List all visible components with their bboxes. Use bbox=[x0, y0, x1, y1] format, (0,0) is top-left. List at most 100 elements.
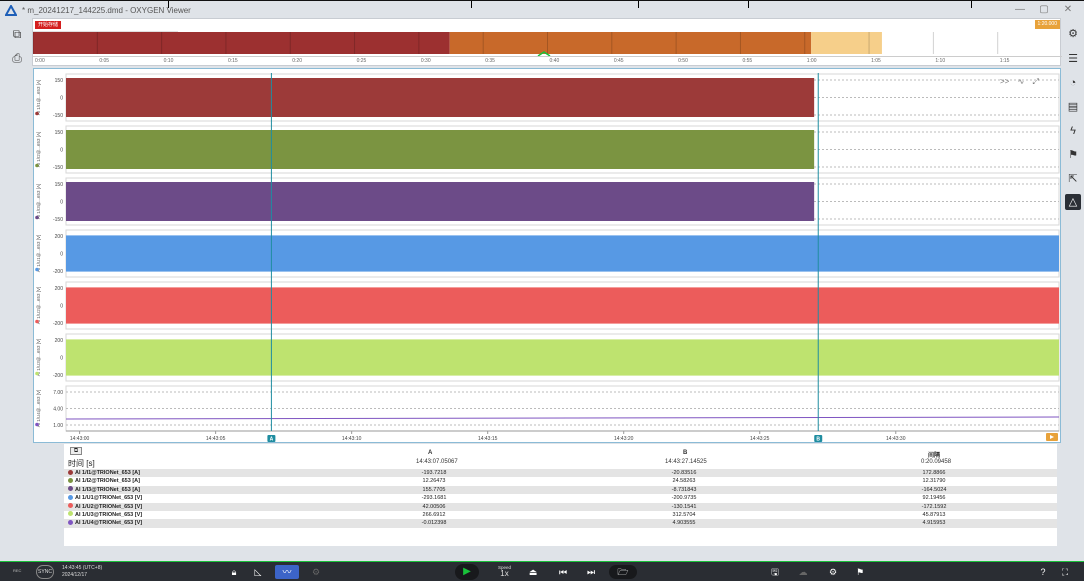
marker-flag-icon[interactable]: ⚑ bbox=[853, 565, 867, 579]
table-row[interactable]: AI 1/U2@TRIONet_653 [V] 42.00506 -130.1541… bbox=[64, 502, 1057, 511]
display-settings-icon[interactable]: ⧉ bbox=[10, 27, 24, 41]
x-tick-label: 14:43:20 bbox=[614, 436, 634, 442]
ruler-icon[interactable]: ◺ bbox=[250, 565, 266, 579]
export-icon[interactable]: ⇱ bbox=[1065, 171, 1081, 187]
cursor-a-time: 14:43:07.05067 bbox=[416, 459, 458, 465]
minimize-button[interactable]: — bbox=[1012, 4, 1028, 16]
sync-indicator[interactable]: SYNC bbox=[36, 565, 54, 579]
play-button[interactable]: ▶ bbox=[455, 564, 479, 580]
maximize-button[interactable]: ▢ bbox=[1036, 4, 1052, 16]
lock-icon[interactable]: 🔒︎ bbox=[226, 565, 242, 579]
overview-segment bbox=[449, 32, 812, 54]
overview-tick-label: 0:25 bbox=[356, 58, 367, 64]
open-folder-icon[interactable]: 🗁︎ bbox=[609, 565, 637, 579]
delta-icon[interactable]: △ bbox=[1065, 194, 1081, 210]
wave-icon[interactable]: ∿ bbox=[1018, 77, 1025, 86]
cursor-b-value: -8.731843 bbox=[671, 486, 697, 493]
speed-control[interactable]: Speed 1x bbox=[498, 565, 511, 578]
cloud-icon[interactable]: ☁ bbox=[795, 565, 811, 579]
y-tick-label: 200 bbox=[55, 286, 64, 292]
channel-color-dot bbox=[35, 422, 39, 427]
overview-segment bbox=[33, 32, 450, 54]
table-row[interactable]: AI 1/I3@TRIONet_653 [A] 155.7705 -8.731843… bbox=[64, 485, 1057, 495]
y-tick-label: -200 bbox=[53, 321, 63, 327]
waveform-chart[interactable]: 150 0 -150 AI 1/I1@...653 [A] 150 0 -150 AI 1/I… bbox=[34, 69, 1062, 444]
cursor-a-value: -193.7218 bbox=[421, 470, 447, 476]
channel-color-dot bbox=[35, 111, 39, 116]
y-tick-label: -150 bbox=[53, 217, 63, 223]
cursor-b-value: -130.1541 bbox=[671, 503, 697, 510]
skip-back-icon[interactable]: ⏮ bbox=[556, 565, 570, 579]
channel-name: AI 1/I1@TRIONet_653 [A] bbox=[68, 469, 140, 477]
interval-value: 92.19456 bbox=[922, 495, 946, 502]
table-row[interactable]: AI 1/I1@TRIONet_653 [A] -193.7218 -20.8351… bbox=[64, 469, 1057, 478]
overview-track bbox=[33, 31, 999, 56]
channel-row: 7.00 4.00 1.00 AI 1/U4@...653 [V] bbox=[35, 385, 1060, 432]
gear-icon[interactable]: ⚙ bbox=[1065, 26, 1081, 42]
overview-tick-label: 1:00 bbox=[806, 58, 817, 64]
channel-axis-label: AI 1/U3@...653 [V] bbox=[36, 339, 41, 377]
report-icon[interactable]: ▤ bbox=[1065, 99, 1081, 115]
table-row[interactable]: AI 1/U1@TRIONet_653 [V] -293.1681 -200.973… bbox=[64, 494, 1057, 502]
y-tick-label: 0 bbox=[60, 200, 63, 206]
channel-color-dot bbox=[35, 267, 39, 272]
save-icon[interactable]: 🖫︎ bbox=[767, 565, 783, 579]
waveform-band bbox=[66, 287, 1059, 324]
print-icon[interactable]: ⎙ bbox=[10, 51, 24, 65]
channel-label: AI 1/U3@TRIONet_653 [V] bbox=[75, 511, 143, 518]
title-bar: * m_20241217_144225.dmd - OXYGEN Viewer … bbox=[0, 0, 1084, 18]
cursor-value-panel: ⧉ 时间 [s] A 14:43:07.05067 B 14:43:27.145… bbox=[64, 444, 1057, 546]
copy-icon[interactable]: ⧉ bbox=[70, 447, 82, 455]
lightning-icon[interactable]: ϟ bbox=[1065, 123, 1081, 139]
cursor-a-value: 266.6912 bbox=[422, 511, 446, 518]
channel-label: AI 1/U2@TRIONet_653 [V] bbox=[75, 503, 143, 510]
close-button[interactable]: ✕ bbox=[1060, 4, 1076, 16]
cursor-a-value: -293.1681 bbox=[421, 495, 447, 502]
cursor-b-value: 312.5704 bbox=[672, 511, 696, 518]
channel-color-dot bbox=[68, 477, 73, 483]
x-tick-label: 14:43:15 bbox=[478, 436, 498, 442]
clock-date: 2024/12/17 bbox=[62, 572, 88, 578]
expand-icon[interactable]: >> bbox=[1000, 77, 1009, 86]
rec-indicator: REC bbox=[13, 568, 22, 573]
y-tick-label: 150 bbox=[55, 78, 64, 84]
cursor-a-value: 12.26473 bbox=[422, 478, 446, 485]
overview-tick-label: 0:45 bbox=[613, 58, 624, 64]
eject-icon[interactable]: ⏏ bbox=[526, 565, 540, 579]
skip-forward-icon[interactable]: ⏭ bbox=[584, 565, 598, 579]
channel-label: AI 1/U1@TRIONet_653 [V] bbox=[75, 495, 143, 502]
left-toolbar: ⧉ ⎙ bbox=[0, 18, 32, 561]
measure-icon[interactable]: 〰 bbox=[275, 565, 299, 579]
gauge-icon[interactable]: ◔ bbox=[1065, 75, 1081, 91]
list-icon[interactable]: ☰ bbox=[1065, 51, 1081, 67]
overview-tick-label: 0:30 bbox=[420, 58, 431, 64]
right-toolbar: ⚙ ☰ ◔ ▤ ϟ ⚑ ⇱ △ bbox=[1062, 18, 1084, 561]
help-icon[interactable]: ? bbox=[1036, 565, 1050, 579]
recording-start-badge: 开始存储 bbox=[35, 21, 62, 29]
channel-row: 150 0 -150 AI 1/I1@...653 [A] bbox=[35, 73, 1060, 122]
channel-color-dot bbox=[68, 469, 73, 475]
waveform-band bbox=[66, 235, 1059, 272]
y-tick-label: 0 bbox=[60, 356, 63, 362]
table-row[interactable]: AI 1/U3@TRIONet_653 [V] 266.6912 312.5704 4… bbox=[64, 511, 1057, 519]
settings-disabled-icon[interactable]: ⚙ bbox=[308, 565, 324, 579]
interval-value: -164.5024 bbox=[921, 486, 947, 493]
cursor-b-value: -200.9735 bbox=[671, 495, 697, 502]
table-row[interactable]: AI 1/U4@TRIONet_653 [V] -0.012398 4.903555… bbox=[64, 519, 1057, 528]
config-icon[interactable]: ⚙ bbox=[825, 565, 841, 579]
overview-tick-label: 0:10 bbox=[163, 58, 174, 64]
overview-time-axis: 0:00 0:05 0:10 0:15 0:20 0:25 0:30 0:35 0:40 0:45… bbox=[33, 56, 1062, 66]
y-tick-label: 200 bbox=[55, 338, 64, 344]
y-tick-label: 150 bbox=[55, 130, 64, 136]
flag-icon[interactable]: ⚑ bbox=[1065, 147, 1081, 163]
channel-color-dot bbox=[35, 319, 39, 324]
overview-tick-label: 0:15 bbox=[227, 58, 238, 64]
fit-icon[interactable]: ⤢ bbox=[1033, 77, 1039, 86]
channel-label: AI 1/I3@TRIONet_653 [A] bbox=[75, 486, 140, 493]
overview-end-time: 1:20.000 bbox=[1034, 20, 1060, 29]
overview-tick-label: 1:15 bbox=[999, 58, 1010, 64]
recording-overview[interactable]: 开始存储 1:20.000 0:00 0:05 0:10 0:15 0:20 0:25 0:… bbox=[32, 18, 1062, 66]
table-row[interactable]: AI 1/I2@TRIONet_653 [A] 12.26473 24.58263 1… bbox=[64, 477, 1057, 485]
fullscreen-icon[interactable]: ⛶ bbox=[1058, 565, 1072, 579]
chart-area[interactable]: 150 0 -150 AI 1/I1@...653 [A] 150 0 -150 AI 1/I… bbox=[33, 68, 1061, 443]
